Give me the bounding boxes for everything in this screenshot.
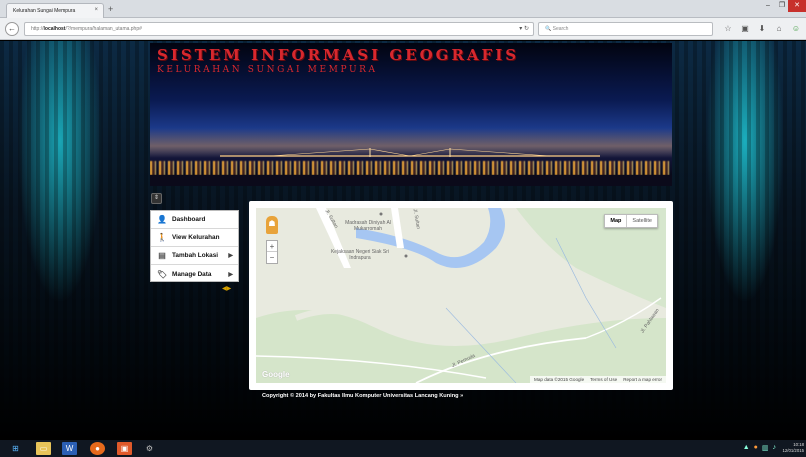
map-container: ☗ + − Map Satellite Madrasah Diniyah Al … [249, 201, 673, 390]
sidebar-menu: 👤 Dashboard 🚶 View Kelurahan ▤ Tambah Lo… [150, 210, 239, 282]
url-host: localhost [43, 26, 66, 32]
chevron-right-icon: ▶ [228, 271, 233, 278]
download-icon[interactable]: ⬇ [756, 22, 768, 36]
menu-item-dashboard[interactable]: 👤 Dashboard [151, 211, 238, 229]
zoom-in-button[interactable]: + [267, 241, 277, 252]
new-tab-button[interactable]: + [108, 3, 113, 15]
tray-app-icon[interactable]: ● [754, 444, 758, 452]
chevron-right-icon: ▶ [228, 253, 233, 259]
browser-navigation-bar: ← http://localhost/?/mempura/halaman_uta… [0, 18, 806, 40]
tab-close-icon[interactable]: × [94, 7, 98, 13]
zoom-out-button[interactable]: − [267, 252, 277, 263]
back-arrow-icon[interactable]: ← [5, 22, 19, 36]
water-reflection [150, 175, 672, 186]
menu-item-manage-data[interactable]: 🏷 Manage Data ▶ [151, 265, 238, 283]
url-prefix: http:// [31, 26, 44, 32]
street-view-pegman-icon[interactable]: ☗ [266, 216, 278, 234]
banner-subtitle: KELURAHAN SUNGAI MEMPURA [157, 65, 378, 75]
menu-item-label: View Kelurahan [172, 234, 220, 241]
map-type-control: Map Satellite [604, 214, 658, 228]
map-type-satellite-button[interactable]: Satellite [627, 215, 657, 227]
google-logo[interactable]: Google [262, 370, 290, 379]
taskbar-clock[interactable]: 10:18 12/01/2015 [782, 442, 804, 454]
report-error-link[interactable]: Report a map error [623, 377, 662, 382]
collapse-toggle-button[interactable]: ⇕ [151, 193, 162, 204]
system-tray: ▲ ● ▥ ♪ [743, 444, 776, 452]
map-data-credit: Map data ©2015 Google [534, 377, 585, 382]
search-icon: 🔍 [545, 26, 552, 32]
reload-icon[interactable]: ▾ ↻ [519, 23, 529, 35]
bookmark-star-icon[interactable]: ☆ [722, 22, 734, 36]
map-type-map-button[interactable]: Map [605, 215, 628, 227]
clock-date: 12/01/2015 [782, 448, 804, 453]
windows-taskbar: ⊞ ▭ W ● ▣ ⚙ ▲ ● ▥ ♪ 10:18 12/01/2015 [0, 440, 806, 457]
user-icon: 👤 [157, 215, 167, 224]
menu-expand-toggle-icon[interactable]: ◀▶ [222, 285, 231, 292]
poi-label-kejaksaan[interactable]: Kejaksaan Negeri Siak Sri Indrapura [328, 249, 392, 261]
close-window-button[interactable]: ✕ [788, 0, 806, 12]
browser-tab[interactable]: Kelurahan Sungai Mempura × [6, 3, 104, 18]
poi-label-madrasah[interactable]: Madrasah Diniyah Al Mukarromah [338, 220, 398, 232]
bridge-silhouette [220, 148, 600, 157]
header-banner: SISTEM INFORMASI GEOGRAFIS KELURAHAN SUN… [150, 43, 672, 186]
search-placeholder: Search [552, 26, 569, 32]
database-icon: ▤ [158, 251, 166, 260]
web-page: SISTEM INFORMASI GEOGRAFIS KELURAHAN SUN… [0, 41, 806, 440]
search-input[interactable]: 🔍 Search [538, 22, 713, 36]
home-icon[interactable]: ⌂ [773, 22, 785, 36]
url-bar[interactable]: http://localhost/?/mempura/halaman_utama… [24, 22, 534, 36]
app-icon[interactable]: ▣ [117, 442, 132, 455]
menu-item-label: Tambah Lokasi [172, 252, 219, 259]
volume-icon[interactable]: ♪ [773, 444, 777, 452]
firefox-icon[interactable]: ● [90, 442, 105, 455]
menu-item-label: Dashboard [172, 216, 206, 223]
tag-icon: 🏷 [157, 269, 168, 279]
terms-of-use-link[interactable]: Terms of Use [590, 377, 617, 382]
file-explorer-icon[interactable]: ▭ [36, 442, 51, 455]
map-attribution: Map data ©2015 Google Terms of Use Repor… [530, 376, 666, 383]
bookmarks-list-icon[interactable]: ▣ [739, 22, 751, 36]
browser-tab-bar: Kelurahan Sungai Mempura × + – ❐ ✕ [0, 0, 806, 18]
copyright-footer[interactable]: Copyright © 2014 by Fakultas Ilmu Komput… [262, 393, 463, 399]
city-lights [150, 161, 672, 175]
app-icon[interactable]: ⚙ [142, 442, 157, 455]
walking-icon: 🚶 [157, 233, 167, 242]
network-icon[interactable]: ▥ [762, 444, 769, 452]
tray-arrow-icon[interactable]: ▲ [743, 444, 750, 452]
zoom-control: + − [266, 240, 278, 264]
menu-item-tambah-lokasi[interactable]: ▤ Tambah Lokasi ▶ [151, 247, 238, 265]
menu-item-view-kelurahan[interactable]: 🚶 View Kelurahan [151, 229, 238, 247]
start-windows-icon[interactable]: ⊞ [8, 442, 23, 455]
sync-icon[interactable]: ☺ [790, 22, 802, 36]
banner-title: SISTEM INFORMASI GEOGRAFIS [157, 46, 520, 64]
url-path: /?/mempura/halaman_utama.php# [65, 26, 142, 32]
google-map[interactable]: ☗ + − Map Satellite Madrasah Diniyah Al … [256, 208, 666, 383]
tab-title: Kelurahan Sungai Mempura [13, 8, 76, 14]
word-icon[interactable]: W [62, 442, 77, 455]
menu-item-label: Manage Data [172, 270, 212, 278]
browser-toolbar-icons: ☆ ▣ ⬇ ⌂ ☺ ≡ [722, 22, 806, 36]
map-tiles [256, 208, 666, 383]
